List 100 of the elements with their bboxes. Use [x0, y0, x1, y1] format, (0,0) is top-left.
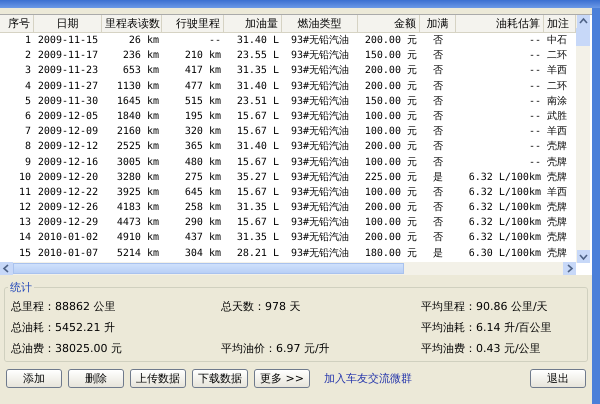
distance-cell-text: 258 km — [184, 201, 222, 216]
vertical-scrollbar[interactable] — [576, 15, 590, 263]
column-header[interactable]: 油耗估算 — [456, 15, 544, 32]
fuel-amount-cell-text: 23.51 L — [236, 94, 280, 109]
amount-cell-text: 100.00 元 — [364, 216, 418, 230]
odometer-cell-text: 1130 km — [116, 80, 160, 94]
odometer-cell-text: 3925 km — [116, 186, 160, 200]
date-cell-text: 2009-12-12 — [36, 140, 100, 154]
action-button[interactable]: 上传数据 — [130, 368, 186, 388]
horizontal-scrollbar[interactable] — [0, 262, 576, 275]
amount-cell-text: 200.00 元 — [364, 34, 418, 48]
consumption-cell-text: 6.32 L/100km — [468, 201, 542, 216]
scroll-down-icon[interactable] — [576, 250, 590, 263]
fuel-type-cell-text: 93#无铅汽油 — [290, 64, 350, 78]
full-tank-cell-text: 否 — [432, 140, 444, 154]
row-number-cell-text: 7 — [24, 125, 32, 140]
fuel-type-cell-text: 93#无铅汽油 — [290, 186, 350, 200]
consumption-cell-text: -- — [528, 64, 542, 78]
stat-text: 总天数：978 天 — [221, 300, 300, 313]
full-tank-cell-text: 否 — [432, 34, 444, 48]
column-header[interactable]: 日期 — [34, 15, 102, 32]
station-cell-text: 南涂 — [546, 94, 568, 109]
full-tank-cell-text: 否 — [432, 201, 444, 216]
fuel-amount-cell-text: 15.67 L — [236, 186, 280, 200]
odometer-cell-text: 4910 km — [116, 231, 160, 246]
column-header[interactable]: 序号 — [0, 15, 34, 32]
full-tank-cell-text: 否 — [432, 125, 444, 140]
scroll-right-icon[interactable] — [563, 262, 576, 275]
scroll-left-icon[interactable] — [0, 262, 13, 275]
odometer-cell-text: 2525 km — [116, 140, 160, 154]
column-header[interactable]: 加油量 — [224, 15, 282, 32]
exit-button[interactable]: 退出 — [530, 368, 586, 388]
action-button[interactable]: 下载数据 — [192, 368, 248, 388]
fuel-amount-cell-text: 31.35 L — [236, 64, 280, 78]
action-button[interactable]: 添加 — [6, 368, 62, 388]
scroll-thumb[interactable] — [13, 262, 404, 274]
row-number-cell-text: 10 — [18, 170, 32, 185]
fuel-type-cell-text: 93#无铅汽油 — [290, 124, 350, 140]
date-cell-text: 2009-11-15 — [36, 34, 100, 48]
row-number-cell-text: 2 — [24, 49, 32, 64]
column-header[interactable]: 行驶里程 — [162, 15, 224, 32]
odometer-cell-text: 4183 km — [116, 201, 160, 216]
action-button[interactable]: 删除 — [68, 368, 124, 388]
consumption-cell-text: -- — [528, 140, 542, 154]
fuel-amount-cell-text: 31.35 L — [236, 231, 280, 246]
scroll-thumb[interactable] — [576, 28, 590, 46]
station-cell-text: 壳牌 — [546, 156, 568, 170]
row-number-cell-text: 3 — [24, 64, 32, 78]
amount-cell-text: 200.00 元 — [364, 80, 418, 94]
fuel-type-cell-text: 93#无铅汽油 — [290, 110, 350, 124]
station-cell-text: 壳牌 — [546, 140, 568, 154]
date-cell-text: 2009-12-05 — [36, 110, 100, 124]
distance-cell-text: 210 km — [184, 49, 222, 64]
row-number-cell-text: 5 — [24, 94, 32, 109]
distance-cell-text: 515 km — [184, 94, 222, 109]
full-tank-cell-text: 否 — [432, 231, 444, 246]
amount-cell-text: 100.00 元 — [364, 186, 418, 200]
distance-cell-text: 477 km — [184, 80, 222, 94]
amount-cell-text: 200.00 元 — [364, 64, 418, 78]
fuel-type-cell-text: 93#无铅汽油 — [290, 170, 350, 185]
consumption-cell-text: -- — [528, 125, 542, 140]
full-tank-cell-text: 否 — [432, 64, 444, 78]
consumption-cell-text: -- — [528, 94, 542, 109]
odometer-cell-text: 26 km — [128, 34, 160, 48]
station-cell-text: 羊西 — [546, 64, 568, 78]
column-header[interactable]: 金额 — [358, 15, 420, 32]
odometer-cell-text: 2160 km — [116, 125, 160, 140]
stat-text: 总油耗：5452.21 升 — [11, 320, 115, 334]
odometer-cell-text: 1645 km — [116, 94, 160, 109]
consumption-cell-text: 6.30 L/100km — [468, 246, 542, 261]
date-cell-text: 2009-12-29 — [36, 216, 100, 230]
amount-cell-text: 150.00 元 — [364, 49, 418, 64]
amount-cell-text: 200.00 元 — [364, 201, 418, 216]
fuel-amount-cell-text: 23.55 L — [236, 49, 280, 64]
fuel-type-cell-text: 93#无铅汽油 — [290, 156, 350, 170]
distance-cell-text: 480 km — [184, 156, 222, 170]
full-tank-cell-text: 否 — [432, 80, 444, 94]
full-tank-cell-text: 否 — [432, 49, 444, 64]
column-header[interactable]: 加满 — [420, 15, 456, 32]
date-cell-text: 2009-11-23 — [36, 64, 100, 78]
station-cell-text: 壳牌 — [546, 170, 568, 185]
row-number-cell-text: 13 — [18, 216, 32, 230]
date-cell-text: 2009-12-09 — [36, 125, 100, 140]
fuel-amount-cell-text: 15.67 L — [236, 156, 280, 170]
row-number-cell-text: 12 — [18, 201, 32, 216]
scroll-up-icon[interactable] — [576, 15, 590, 28]
row-number-cell-text: 9 — [24, 156, 32, 170]
stat-text: 平均油费：0.43 元/公里 — [421, 342, 541, 355]
join-group-link[interactable]: 加入车友交流微群 — [324, 370, 412, 386]
row-number-cell-text: 11 — [18, 186, 32, 200]
statistics-title: 统计 — [8, 280, 34, 295]
distance-cell-text: 417 km — [184, 64, 222, 78]
consumption-cell-text: -- — [528, 156, 542, 170]
action-button[interactable]: 更多 >> — [254, 368, 310, 388]
station-cell-text: 壳牌 — [546, 246, 568, 261]
column-header[interactable]: 里程表读数 — [102, 15, 162, 32]
consumption-cell-text: -- — [528, 110, 542, 124]
column-header[interactable]: 燃油类型 — [282, 15, 358, 32]
full-tank-cell-text: 是 — [432, 170, 444, 185]
station-cell-text: 二环 — [546, 49, 568, 64]
